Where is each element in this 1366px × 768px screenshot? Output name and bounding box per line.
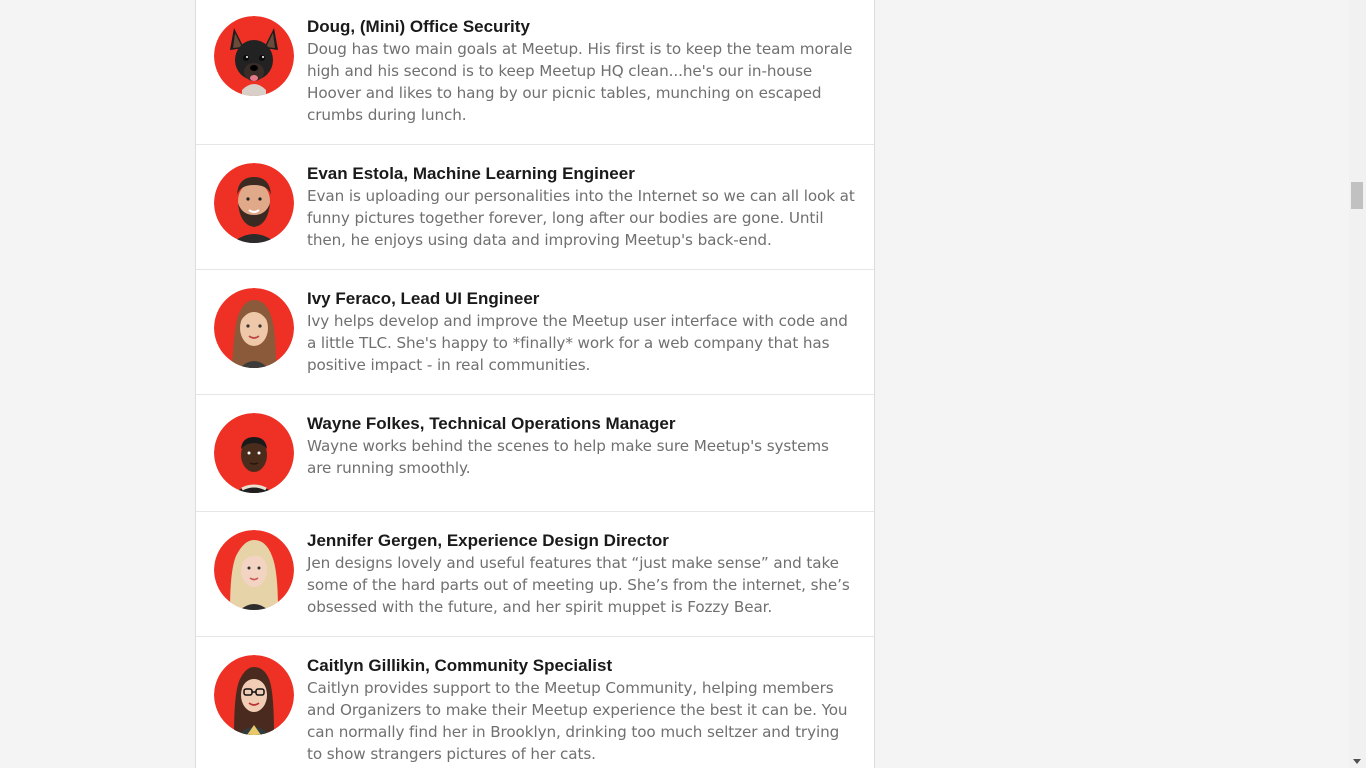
team-member-text: Caitlyn Gillikin, Community Specialist C… (307, 655, 857, 765)
scrollbar-thumb[interactable] (1351, 182, 1363, 209)
member-name: Caitlyn Gillikin, Community Specialist (307, 656, 613, 675)
scroll-down-arrow-icon[interactable] (1353, 759, 1361, 764)
team-member-text: Evan Estola, Machine Learning Engineer E… (307, 163, 857, 251)
team-member-text: Wayne Folkes, Technical Operations Manag… (307, 413, 857, 479)
member-name: Wayne Folkes, Technical Operations Manag… (307, 414, 676, 433)
team-member-row: Caitlyn Gillikin, Community Specialist C… (196, 637, 874, 768)
member-name: Jennifer Gergen, Experience Design Direc… (307, 531, 669, 550)
team-member-row: Ivy Feraco, Lead UI Engineer Ivy helps d… (196, 270, 874, 395)
team-member-text: Jennifer Gergen, Experience Design Direc… (307, 530, 857, 618)
team-member-row: Jennifer Gergen, Experience Design Direc… (196, 512, 874, 637)
team-member-text: Ivy Feraco, Lead UI Engineer Ivy helps d… (307, 288, 857, 376)
team-member-row: Evan Estola, Machine Learning Engineer E… (196, 145, 874, 270)
member-bio: Wayne works behind the scenes to help ma… (307, 437, 829, 477)
avatar (214, 530, 294, 610)
team-member-row: Doug, (Mini) Office Security Doug has tw… (196, 0, 874, 145)
member-bio: Evan is uploading our personalities into… (307, 187, 855, 249)
page: Doug, (Mini) Office Security Doug has tw… (0, 0, 1366, 768)
member-name: Ivy Feraco, Lead UI Engineer (307, 289, 540, 308)
vertical-scrollbar[interactable] (1349, 0, 1366, 768)
member-bio: Jen designs lovely and useful features t… (307, 554, 850, 616)
member-bio: Caitlyn provides support to the Meetup C… (307, 679, 848, 763)
avatar (214, 288, 294, 368)
member-bio: Ivy helps develop and improve the Meetup… (307, 312, 848, 374)
team-list: Doug, (Mini) Office Security Doug has tw… (195, 0, 875, 768)
member-name: Doug, (Mini) Office Security (307, 17, 530, 36)
avatar (214, 655, 294, 735)
member-bio: Doug has two main goals at Meetup. His f… (307, 40, 853, 124)
avatar (214, 163, 294, 243)
member-name: Evan Estola, Machine Learning Engineer (307, 164, 635, 183)
avatar (214, 16, 294, 96)
avatar (214, 413, 294, 493)
team-member-text: Doug, (Mini) Office Security Doug has tw… (307, 16, 857, 126)
team-member-row: Wayne Folkes, Technical Operations Manag… (196, 395, 874, 512)
